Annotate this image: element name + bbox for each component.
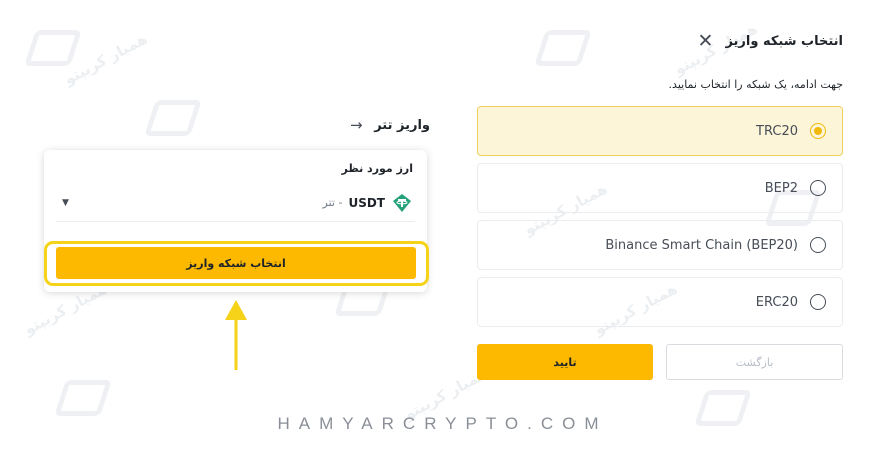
deposit-header: واریز تتر → xyxy=(350,113,430,137)
arrow-right-icon[interactable]: → xyxy=(350,116,363,134)
back-button[interactable]: بازگشت xyxy=(666,344,843,380)
deposit-title: واریز تتر xyxy=(374,117,430,133)
confirm-button[interactable]: تایید xyxy=(477,344,653,380)
network-option-erc20[interactable]: ERC20 xyxy=(477,277,843,327)
coin-symbol: USDT xyxy=(348,195,385,210)
modal-title: انتخاب شبکه واریز xyxy=(725,34,843,49)
close-icon[interactable]: ✕ xyxy=(698,32,714,51)
watermark-logo xyxy=(54,380,112,416)
radio-button[interactable] xyxy=(810,180,826,196)
radio-button[interactable] xyxy=(810,294,826,310)
watermark-logo xyxy=(144,100,202,136)
modal-subtitle: جهت ادامه، یک شبکه را انتخاب نمایید. xyxy=(668,78,843,91)
watermark-text: همیار کریپتو xyxy=(61,29,151,89)
arrow-up-icon xyxy=(225,300,247,370)
radio-selected[interactable] xyxy=(810,123,826,139)
brand-watermark: HAMYARCRYPTO.COM xyxy=(277,414,608,433)
usdt-icon xyxy=(393,193,411,212)
network-label: ERC20 xyxy=(755,294,798,310)
network-label: TRC20 xyxy=(756,123,798,139)
currency-label: ارز مورد نظر xyxy=(341,162,413,175)
selected-coin: USDT - تتر xyxy=(323,192,413,214)
network-option-bep20[interactable]: Binance Smart Chain (BEP20) xyxy=(477,220,843,270)
currency-select[interactable]: ▼ USDT - تتر xyxy=(56,184,415,222)
caret-down-icon: ▼ xyxy=(62,197,69,208)
network-option-trc20[interactable]: TRC20 xyxy=(477,106,843,156)
watermark-logo xyxy=(24,30,82,66)
choose-network-button[interactable]: انتخاب شبکه واریز xyxy=(56,247,416,279)
coin-name: - تتر xyxy=(322,196,343,209)
network-label: BEP2 xyxy=(764,180,798,196)
network-label: Binance Smart Chain (BEP20) xyxy=(605,237,798,253)
network-option-bep2[interactable]: BEP2 xyxy=(477,163,843,213)
watermark-logo xyxy=(534,30,592,66)
radio-button[interactable] xyxy=(810,237,826,253)
modal-header: انتخاب شبکه واریز ✕ xyxy=(698,32,843,51)
